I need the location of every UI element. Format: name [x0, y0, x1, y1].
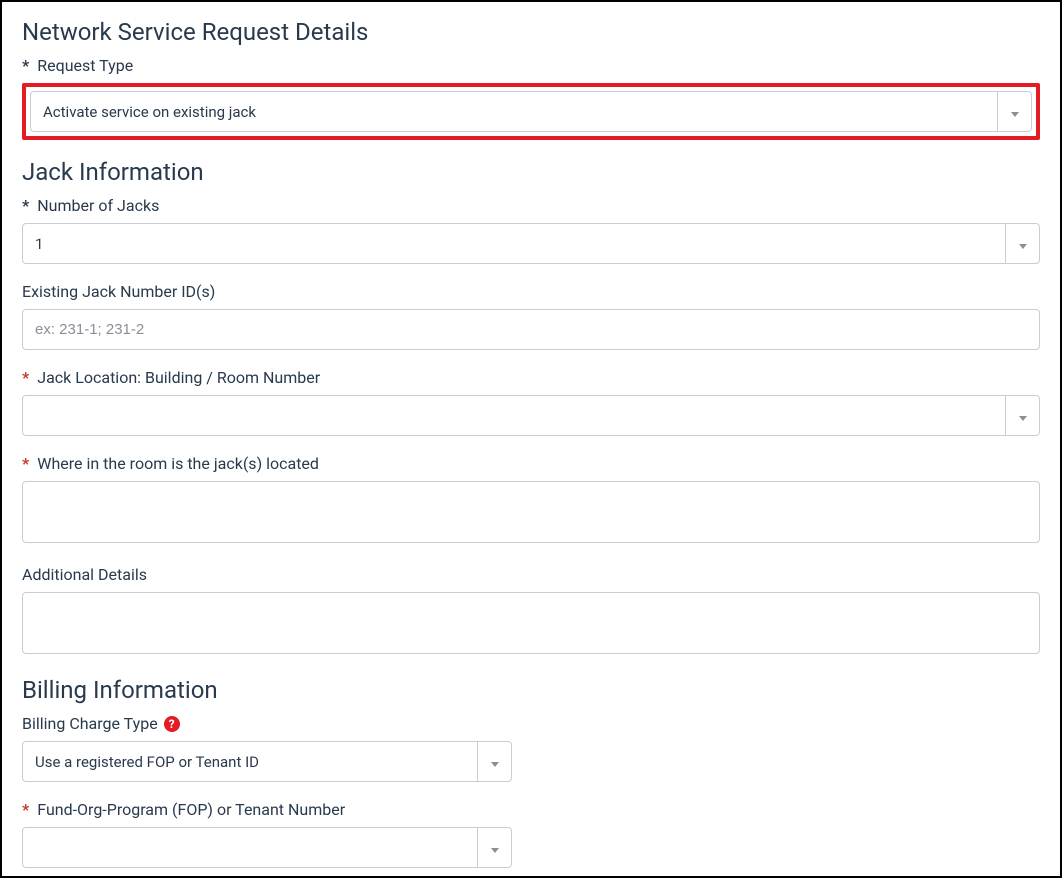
select-jack-location[interactable]: [22, 395, 1040, 436]
label-fop-tenant: * Fund-Org-Program (FOP) or Tenant Numbe…: [22, 800, 1040, 819]
label-additional-details: Additional Details: [22, 565, 1040, 584]
label-billing-charge-type: Billing Charge Type ?: [22, 714, 1040, 733]
chevron-down-icon: [491, 838, 499, 857]
required-marker: *: [22, 196, 29, 215]
form-container: Network Service Request Details * Reques…: [0, 0, 1062, 878]
chevron-down-icon: [491, 752, 499, 771]
textarea-where-in-room[interactable]: [22, 481, 1040, 543]
select-jack-location-value: [23, 396, 1005, 435]
label-jack-location: * Jack Location: Building / Room Number: [22, 368, 1040, 387]
label-num-jacks-text: Number of Jacks: [37, 196, 159, 215]
caret-billing-charge-type[interactable]: [477, 742, 511, 781]
label-where-in-room: * Where in the room is the jack(s) locat…: [22, 454, 1040, 473]
caret-jack-location[interactable]: [1005, 396, 1039, 435]
chevron-down-icon: [1019, 234, 1027, 253]
caret-fop-tenant[interactable]: [477, 828, 511, 867]
field-fop-tenant: * Fund-Org-Program (FOP) or Tenant Numbe…: [22, 800, 1040, 868]
label-existing-jack-ids-text: Existing Jack Number ID(s): [22, 282, 215, 301]
textarea-additional-details[interactable]: [22, 592, 1040, 654]
select-billing-charge-type[interactable]: Use a registered FOP or Tenant ID: [22, 741, 512, 782]
field-additional-details: Additional Details: [22, 565, 1040, 658]
select-billing-charge-type-value: Use a registered FOP or Tenant ID: [23, 742, 477, 781]
required-marker: *: [22, 56, 29, 75]
required-marker: *: [22, 454, 29, 473]
select-fop-tenant[interactable]: [22, 827, 512, 868]
label-existing-jack-ids: Existing Jack Number ID(s): [22, 282, 1040, 301]
highlight-request-type: Activate service on existing jack: [22, 83, 1040, 140]
section-heading-network-details: Network Service Request Details: [22, 18, 1040, 46]
label-request-type-text: Request Type: [37, 56, 133, 75]
select-fop-tenant-value: [23, 828, 477, 867]
input-existing-jack-ids[interactable]: [22, 309, 1040, 350]
caret-request-type[interactable]: [997, 92, 1031, 131]
label-request-type: * Request Type: [22, 56, 1040, 75]
label-num-jacks: * Number of Jacks: [22, 196, 1040, 215]
label-where-in-room-text: Where in the room is the jack(s) located: [37, 454, 319, 473]
label-additional-details-text: Additional Details: [22, 565, 147, 584]
required-marker: *: [22, 800, 29, 819]
field-existing-jack-ids: Existing Jack Number ID(s): [22, 282, 1040, 350]
field-num-jacks: * Number of Jacks 1: [22, 196, 1040, 264]
section-heading-jack-info: Jack Information: [22, 158, 1040, 186]
caret-num-jacks[interactable]: [1005, 224, 1039, 263]
select-num-jacks[interactable]: 1: [22, 223, 1040, 264]
field-where-in-room: * Where in the room is the jack(s) locat…: [22, 454, 1040, 547]
label-jack-location-text: Jack Location: Building / Room Number: [37, 368, 320, 387]
section-heading-billing: Billing Information: [22, 676, 1040, 704]
field-request-type: * Request Type Activate service on exist…: [22, 56, 1040, 140]
label-billing-charge-type-text: Billing Charge Type: [22, 714, 158, 733]
select-request-type[interactable]: Activate service on existing jack: [30, 91, 1032, 132]
chevron-down-icon: [1011, 102, 1019, 121]
required-marker: *: [22, 368, 29, 387]
chevron-down-icon: [1019, 406, 1027, 425]
select-request-type-value: Activate service on existing jack: [31, 92, 997, 131]
label-fop-tenant-text: Fund-Org-Program (FOP) or Tenant Number: [37, 800, 345, 819]
field-billing-charge-type: Billing Charge Type ? Use a registered F…: [22, 714, 1040, 782]
select-num-jacks-value: 1: [23, 224, 1005, 263]
help-icon[interactable]: ?: [164, 716, 180, 732]
field-jack-location: * Jack Location: Building / Room Number: [22, 368, 1040, 436]
